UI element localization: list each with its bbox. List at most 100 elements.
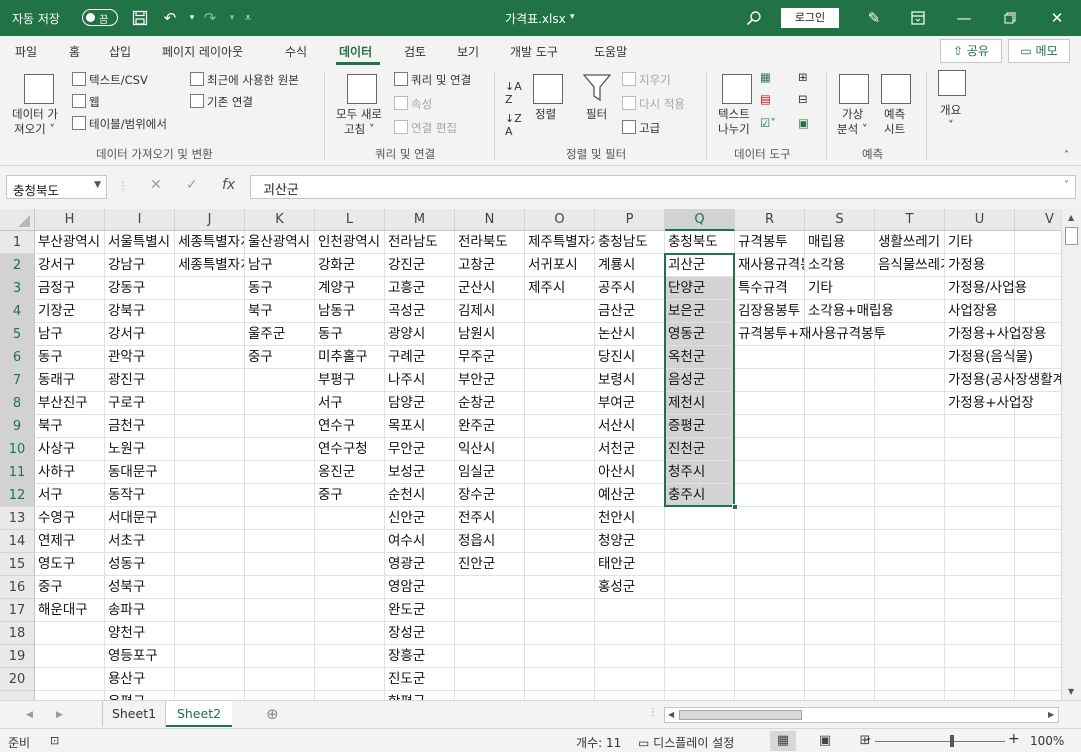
cell-m19[interactable]: 장흥군 [385, 645, 455, 668]
cell-p7[interactable]: 보령시 [595, 369, 665, 392]
cell-h10[interactable]: 사상구 [35, 438, 105, 461]
autosave-toggle[interactable]: 끔 [82, 9, 118, 26]
column-header-v[interactable]: V [1015, 209, 1061, 231]
cell-q5[interactable]: 영동군 [665, 323, 735, 346]
cell-o18[interactable] [525, 622, 595, 645]
cell-p14[interactable]: 청양군 [595, 530, 665, 553]
cell-v6[interactable] [1015, 346, 1061, 369]
queries-connections-button[interactable]: 쿼리 및 연결 [394, 72, 471, 88]
cell-p15[interactable]: 태안군 [595, 553, 665, 576]
cell-j18[interactable] [175, 622, 245, 645]
column-header-u[interactable]: U [945, 209, 1015, 231]
ribbon-display-icon[interactable] [906, 6, 930, 30]
column-header-i[interactable]: I [105, 209, 175, 231]
cell-r8[interactable] [735, 392, 805, 415]
row-header[interactable]: 12 [0, 484, 35, 507]
cell-v14[interactable] [1015, 530, 1061, 553]
name-box[interactable]: 충청북도 ▼ [6, 175, 107, 199]
cell-t6[interactable] [875, 346, 945, 369]
cell-r5[interactable]: 규격봉투+재사용규격봉투 [735, 323, 886, 346]
add-sheet-icon[interactable]: ⊕ [266, 705, 279, 723]
column-header-r[interactable]: R [735, 209, 805, 231]
cell-m7[interactable]: 나주시 [385, 369, 455, 392]
cell-r21[interactable] [735, 691, 805, 700]
login-button[interactable]: 로그인 [781, 8, 839, 28]
tab-formulas[interactable]: 수식 [285, 43, 307, 60]
select-all-corner[interactable] [0, 209, 35, 231]
zoom-level[interactable]: 100% [1030, 734, 1064, 748]
row-header[interactable]: 17 [0, 599, 35, 622]
pen-icon[interactable]: ✎ [862, 6, 886, 30]
cell-i1[interactable]: 서울특별시 [105, 231, 175, 254]
expand-formula-bar-icon[interactable]: ˅ [1064, 180, 1069, 191]
cell-q15[interactable] [665, 553, 735, 576]
cell-m4[interactable]: 곡성군 [385, 300, 455, 323]
cell-o8[interactable] [525, 392, 595, 415]
cell-o21[interactable] [525, 691, 595, 700]
cell-i13[interactable]: 서대문구 [105, 507, 175, 530]
cell-j21[interactable] [175, 691, 245, 700]
cell-v7[interactable] [1015, 369, 1061, 392]
cell-n4[interactable]: 김제시 [455, 300, 525, 323]
cell-r7[interactable] [735, 369, 805, 392]
cell-s9[interactable] [805, 415, 875, 438]
zoom-slider-knob[interactable] [950, 735, 954, 747]
cell-n6[interactable]: 무주군 [455, 346, 525, 369]
cell-p20[interactable] [595, 668, 665, 691]
cell-o12[interactable] [525, 484, 595, 507]
cell-r18[interactable] [735, 622, 805, 645]
row-header[interactable]: 5 [0, 323, 35, 346]
cell-u5[interactable]: 가정용+사업장용 [945, 323, 1046, 346]
cell-v16[interactable] [1015, 576, 1061, 599]
cell-h19[interactable] [35, 645, 105, 668]
cell-m13[interactable]: 신안군 [385, 507, 455, 530]
cell-s2[interactable]: 소각용 [805, 254, 875, 277]
cell-n10[interactable]: 익산시 [455, 438, 525, 461]
cell-q21[interactable] [665, 691, 735, 700]
cell-l21[interactable] [315, 691, 385, 700]
row-header[interactable]: 6 [0, 346, 35, 369]
horizontal-scrollbar[interactable]: ◀ ▶ [664, 707, 1059, 723]
cell-l5[interactable]: 동구 [315, 323, 385, 346]
formula-input[interactable]: 괴산군 ˅ [250, 175, 1076, 199]
cell-n16[interactable] [455, 576, 525, 599]
cell-m8[interactable]: 담양군 [385, 392, 455, 415]
cell-h5[interactable]: 남구 [35, 323, 105, 346]
cell-l20[interactable] [315, 668, 385, 691]
cell-s20[interactable] [805, 668, 875, 691]
cell-h21[interactable] [35, 691, 105, 700]
cell-o13[interactable] [525, 507, 595, 530]
cell-l11[interactable]: 옹진군 [315, 461, 385, 484]
cell-i14[interactable]: 서초구 [105, 530, 175, 553]
cell-h15[interactable]: 영도구 [35, 553, 105, 576]
cell-t20[interactable] [875, 668, 945, 691]
cell-u11[interactable] [945, 461, 1015, 484]
next-sheet-icon[interactable]: ▶ [56, 710, 63, 720]
page-layout-view-icon[interactable]: ▣ [812, 731, 838, 751]
cell-t10[interactable] [875, 438, 945, 461]
cell-s12[interactable] [805, 484, 875, 507]
cell-n17[interactable] [455, 599, 525, 622]
cell-i9[interactable]: 금천구 [105, 415, 175, 438]
cell-h3[interactable]: 금정구 [35, 277, 105, 300]
cell-l3[interactable]: 계양구 [315, 277, 385, 300]
outline-button[interactable]: 개요 [940, 102, 961, 118]
cell-r13[interactable] [735, 507, 805, 530]
cell-h6[interactable]: 동구 [35, 346, 105, 369]
column-header-s[interactable]: S [805, 209, 875, 231]
cell-t16[interactable] [875, 576, 945, 599]
cell-k12[interactable] [245, 484, 315, 507]
cell-m18[interactable]: 장성군 [385, 622, 455, 645]
remove-duplicates-icon[interactable]: ▤ [760, 92, 771, 106]
data-model-icon[interactable]: ▣ [798, 116, 809, 130]
cell-q4[interactable]: 보은군 [665, 300, 735, 323]
cell-l4[interactable]: 남동구 [315, 300, 385, 323]
cell-q20[interactable] [665, 668, 735, 691]
row-header[interactable]: 4 [0, 300, 35, 323]
cell-v13[interactable] [1015, 507, 1061, 530]
cell-i3[interactable]: 강동구 [105, 277, 175, 300]
cell-u16[interactable] [945, 576, 1015, 599]
forecast-sheet-button-l2[interactable]: 시트 [884, 121, 905, 137]
cell-o3[interactable]: 제주시 [525, 277, 595, 300]
share-button[interactable]: ⇧ 공유 [940, 39, 1002, 63]
